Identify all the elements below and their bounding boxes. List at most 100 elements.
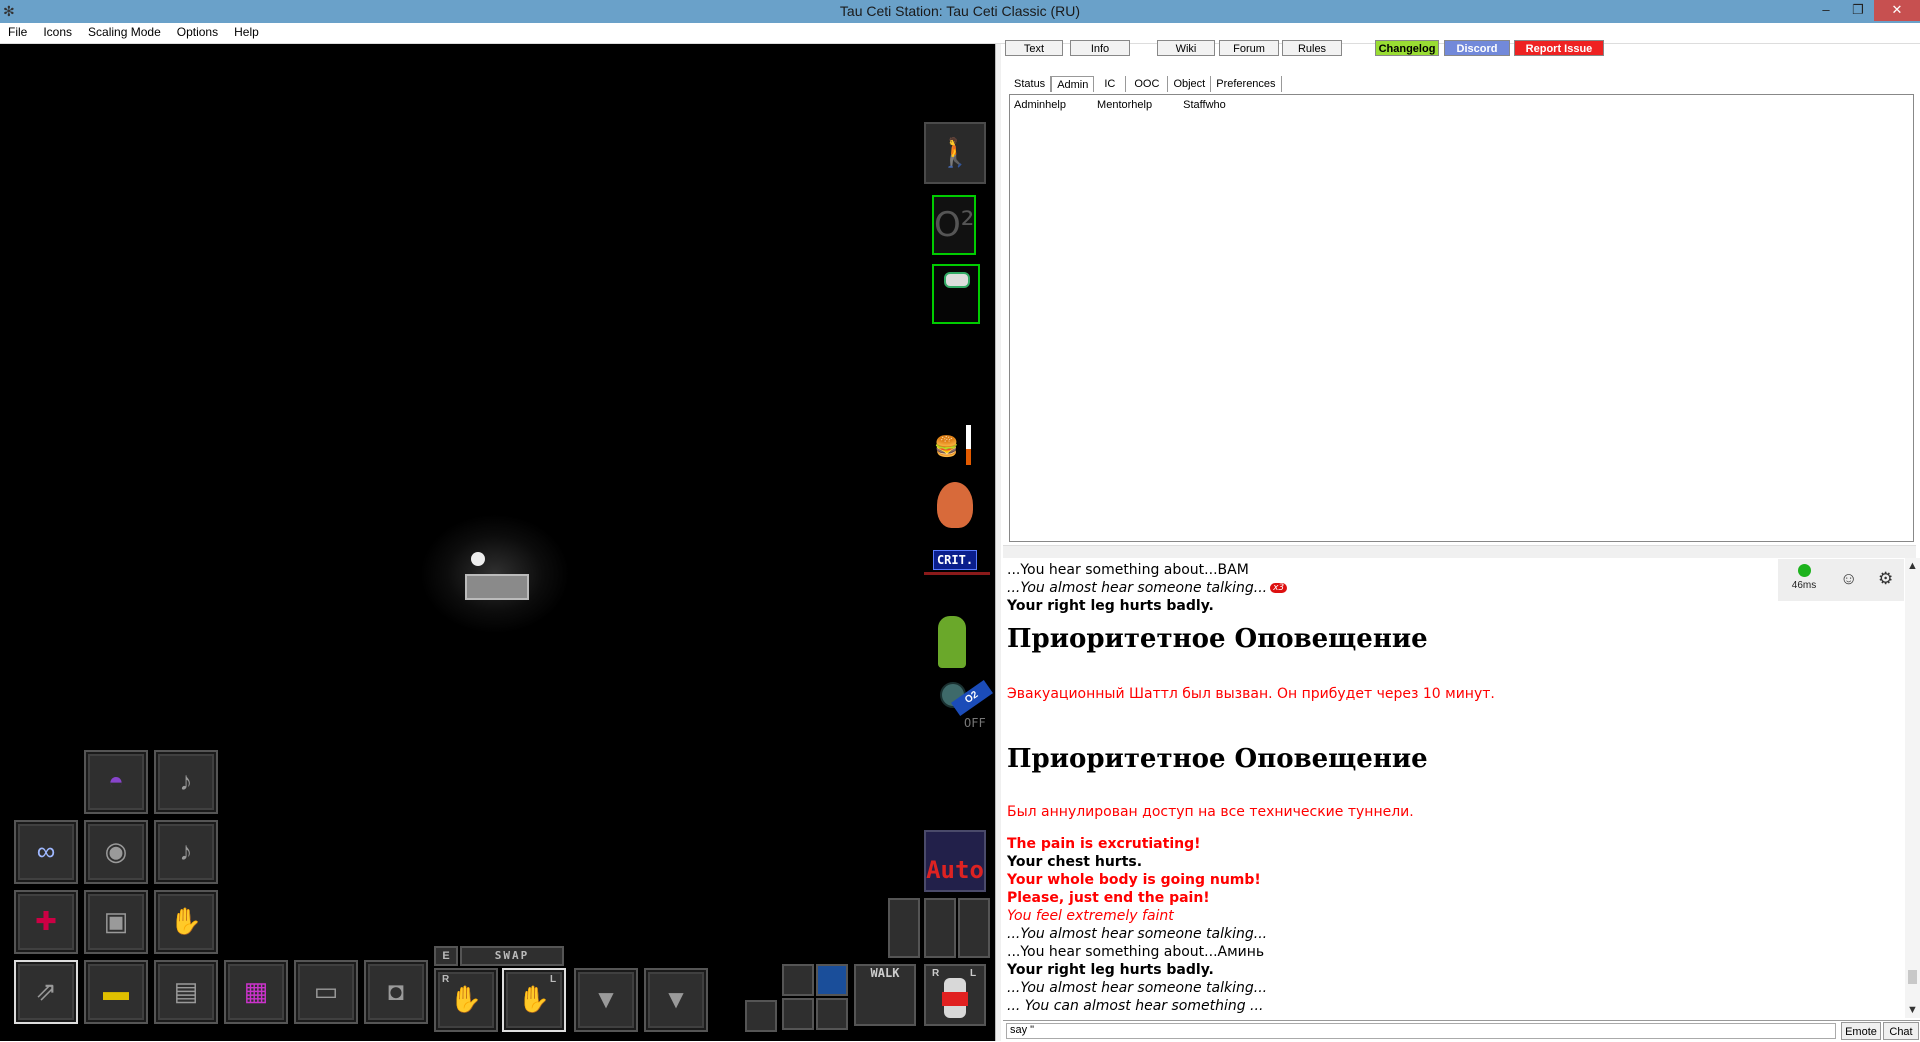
adminhelp-link[interactable]: Adminhelp [1014, 99, 1066, 111]
health-doll-icon[interactable] [938, 616, 966, 668]
tab-object[interactable]: Object [1168, 76, 1212, 92]
command-input[interactable]: say " [1006, 1023, 1836, 1039]
menu-icons[interactable]: Icons [35, 23, 80, 43]
throw-toggle[interactable] [745, 1000, 777, 1032]
chevron-down-icon[interactable]: ▼ [1907, 1004, 1918, 1016]
crit-bar [924, 572, 990, 575]
info-button[interactable]: Info [1070, 40, 1130, 56]
back-slot[interactable]: ◘ [364, 960, 428, 1024]
pull-button[interactable] [888, 898, 920, 958]
chevron-up-icon[interactable]: ▲ [1907, 560, 1918, 572]
rest-button[interactable]: 🚶 [924, 122, 986, 184]
ping-indicator[interactable]: 46ms [1786, 564, 1822, 591]
menu-options[interactable]: Options [169, 23, 226, 43]
drop-button[interactable] [958, 898, 990, 958]
mask-slot[interactable]: ◉ [84, 820, 148, 884]
tab-ic[interactable]: IC [1094, 76, 1127, 92]
internals-button[interactable]: O2 [938, 679, 993, 717]
tab-admin[interactable]: Admin [1051, 76, 1095, 92]
belt-slot[interactable]: ▤ [154, 960, 218, 1024]
staffwho-link[interactable]: Staffwho [1183, 99, 1226, 111]
mask-icon: ◉ [104, 836, 128, 866]
storage-slot[interactable]: ▭ [294, 960, 358, 1024]
internals-tank[interactable] [932, 264, 980, 324]
text-button[interactable]: Text [1005, 40, 1063, 56]
auto-fire-button[interactable]: Auto [924, 830, 986, 892]
panel-splitter[interactable] [1003, 545, 1916, 559]
menu-scaling-mode[interactable]: Scaling Mode [80, 23, 169, 43]
id-slot[interactable]: ▦ [224, 960, 288, 1024]
resist-button[interactable] [924, 898, 956, 958]
forum-button[interactable]: Forum [1219, 40, 1279, 56]
bag-icon: ◘ [388, 976, 404, 1006]
chat-line: ...You hear something about...Аминь [1007, 944, 1265, 960]
tab-ooc[interactable]: OOC [1126, 76, 1169, 92]
oxygen-alert: O² [932, 195, 976, 255]
inventory-toggle[interactable]: ⇗ [14, 960, 78, 1024]
announcement-title: Приоритетное Оповещение [1007, 624, 1428, 654]
eyes-slot[interactable]: ∞ [14, 820, 78, 884]
minimize-button[interactable]: – [1810, 0, 1842, 21]
head-slot[interactable]: ◓ [84, 750, 148, 814]
suit-slot[interactable]: ▣ [84, 890, 148, 954]
gloves-icon: ✋ [169, 906, 203, 936]
menu-file[interactable]: File [0, 23, 35, 43]
discord-button[interactable]: Discord [1444, 40, 1510, 56]
move-intent-button[interactable]: WALK [854, 964, 916, 1026]
close-button[interactable]: ✕ [1874, 0, 1920, 21]
mentorhelp-link[interactable]: Mentorhelp [1097, 99, 1152, 111]
gear-icon[interactable]: ⚙ [1878, 569, 1893, 589]
gloves-slot[interactable]: ✋ [154, 890, 218, 954]
chat-scrollbar[interactable]: ▲ ▼ [1905, 558, 1920, 1018]
announcement-text: Эвакуационный Шаттл был вызван. Он прибу… [1007, 686, 1495, 702]
walking-figure-icon: 🚶 [937, 137, 973, 168]
pocket-slot-2[interactable]: ▼ [644, 968, 708, 1032]
intent-harm[interactable] [816, 998, 848, 1030]
right-hand-slot[interactable]: R ✋ [434, 968, 498, 1032]
tank-icon [944, 272, 970, 288]
window-title: Tau Ceti Station: Tau Ceti Classic (RU) [839, 3, 1081, 19]
emote-button[interactable]: Emote [1841, 1022, 1881, 1040]
emoji-icon[interactable]: ☺ [1840, 569, 1857, 589]
left-hand-slot[interactable]: L ✋ [502, 968, 566, 1032]
rules-button[interactable]: Rules [1282, 40, 1342, 56]
chat-line: Your chest hurts. [1007, 854, 1143, 870]
ear-slot-right[interactable]: ♪ [154, 820, 218, 884]
scrollbar-thumb[interactable] [1908, 970, 1917, 984]
shoes-slot[interactable]: ▬ [84, 960, 148, 1024]
food-icon: 🍔 [934, 436, 959, 458]
changelog-button[interactable]: Changelog [1375, 40, 1439, 56]
pocket-slot-1[interactable]: ▼ [574, 968, 638, 1032]
ear-slot-left[interactable]: ♪ [154, 750, 218, 814]
belt-icon: ▤ [173, 976, 199, 1006]
chest-zone[interactable] [942, 992, 968, 1006]
equip-button[interactable]: E [434, 946, 458, 966]
intent-disarm[interactable] [816, 964, 848, 996]
zone-left-label: L [970, 968, 977, 979]
tab-status[interactable]: Status [1009, 76, 1052, 92]
swap-hands-button[interactable]: SWAP [460, 946, 564, 966]
chat-line: Your right leg hurts badly. [1007, 598, 1214, 614]
stat-tabs: Status Admin IC OOC Object Preferences [1009, 76, 1282, 92]
player-character[interactable] [465, 574, 529, 600]
restore-button[interactable]: ❐ [1842, 0, 1874, 21]
chat-button[interactable]: Chat [1883, 1022, 1919, 1040]
zone-selector[interactable]: R L [924, 964, 986, 1026]
ping-value: 46ms [1791, 580, 1817, 591]
tab-preferences[interactable]: Preferences [1211, 76, 1282, 92]
report-issue-button[interactable]: Report Issue [1514, 40, 1604, 56]
game-viewport[interactable] [0, 44, 995, 1041]
title-bar: ✻ Tau Ceti Station: Tau Ceti Classic (RU… [0, 0, 1920, 23]
chat-line: Your right leg hurts badly. [1007, 962, 1214, 978]
menu-bar: File Icons Scaling Mode Options Help [0, 23, 1920, 44]
belt-storage-icon: ▭ [313, 976, 339, 1006]
intent-grab[interactable] [782, 998, 814, 1030]
internals-status: OFF [964, 716, 986, 730]
intent-help[interactable] [782, 964, 814, 996]
menu-help[interactable]: Help [226, 23, 267, 43]
wiki-button[interactable]: Wiki [1157, 40, 1215, 56]
chat-log[interactable]: ...You hear something about...BAM ...You… [1003, 558, 1905, 1018]
uniform-slot[interactable]: ✚ [14, 890, 78, 954]
chat-line: ...You almost hear someone talking... x3 [1007, 580, 1288, 596]
zone-right-label: R [932, 968, 940, 979]
